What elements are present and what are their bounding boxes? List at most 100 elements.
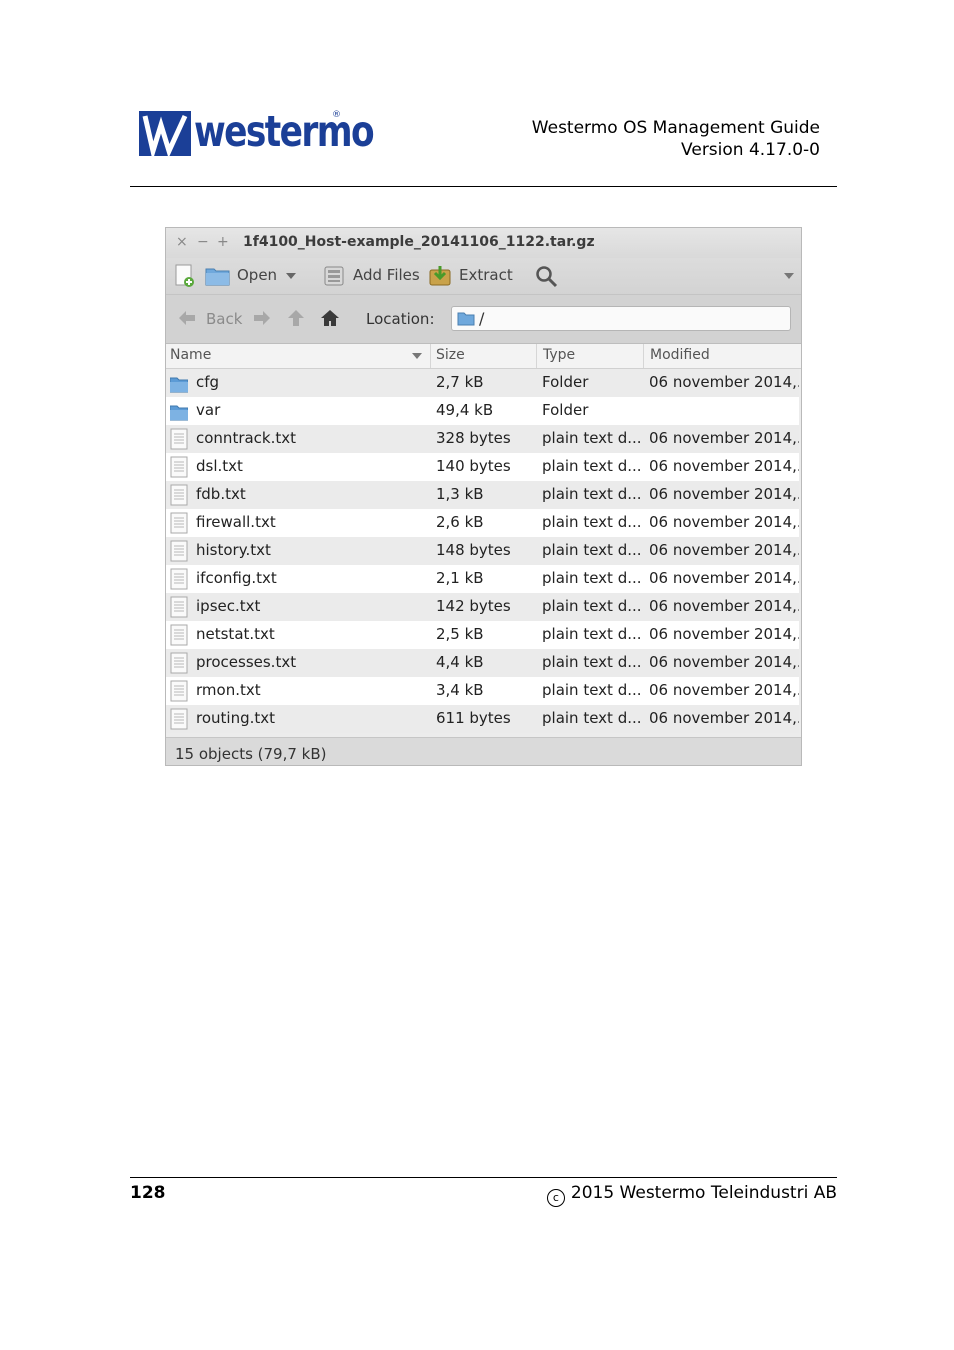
text-file-icon <box>170 540 188 562</box>
location-field[interactable]: / <box>451 306 791 331</box>
add-files-icon <box>324 266 344 286</box>
file-name: cfg <box>196 373 220 391</box>
text-file-icon <box>170 484 188 506</box>
archive-manager-window: × − + 1f4100_Host-example_20141106_1122.… <box>165 227 802 766</box>
page-number: 128 <box>130 1183 166 1203</box>
file-type: plain text d... <box>542 653 642 671</box>
copyright-text: 2015 Westermo Teleindustri AB <box>570 1183 837 1203</box>
file-name: conntrack.txt <box>196 429 297 447</box>
file-row[interactable]: history.txt 148 bytes plain text d... 06 no… <box>166 537 799 565</box>
file-size: 2,1 kB <box>436 569 484 587</box>
file-name: ifconfig.txt <box>196 569 277 587</box>
text-file-icon <box>170 512 188 534</box>
overflow-menu-chevron-icon[interactable] <box>784 273 794 279</box>
file-name: firewall.txt <box>196 513 276 531</box>
forward-arrow-icon[interactable] <box>253 310 271 326</box>
file-size: 4,4 kB <box>436 653 484 671</box>
file-list: cfg 2,7 kB Folder 06 november 2014,... var 49… <box>166 369 799 736</box>
column-header-type[interactable]: Type <box>543 347 575 363</box>
file-name: routing.txt <box>196 709 276 727</box>
sort-descending-icon[interactable] <box>412 353 422 359</box>
column-header-name[interactable]: Name <box>170 347 211 363</box>
file-size: 140 bytes <box>436 457 511 475</box>
file-type: plain text d... <box>542 485 642 503</box>
file-name: fdb.txt <box>196 485 246 503</box>
file-row[interactable]: var 49,4 kB Folder <box>166 397 799 425</box>
file-size: 142 bytes <box>436 597 511 615</box>
file-size: 328 bytes <box>436 429 511 447</box>
guide-title: Westermo OS Management Guide <box>531 118 820 138</box>
file-row[interactable]: conntrack.txt 328 bytes plain text d... 06 … <box>166 425 799 453</box>
text-file-icon <box>170 624 188 646</box>
file-size: 3,4 kB <box>436 681 484 699</box>
maximize-window-button[interactable]: + <box>217 234 229 250</box>
registered-mark: ® <box>332 110 341 120</box>
location-folder-icon <box>457 312 475 326</box>
file-row[interactable]: netstat.txt 2,5 kB plain text d... 06 novem… <box>166 621 799 649</box>
file-size: 2,5 kB <box>436 625 484 643</box>
search-icon[interactable] <box>535 265 559 289</box>
open-button[interactable]: Open <box>237 266 277 284</box>
file-row[interactable]: processes.txt 4,4 kB plain text d... 06 nov… <box>166 649 799 677</box>
up-arrow-icon[interactable] <box>287 309 305 327</box>
file-row[interactable]: ifconfig.txt 2,1 kB plain text d... 06 nove… <box>166 565 799 593</box>
text-file-icon <box>170 428 188 450</box>
file-row[interactable]: rmon.txt 3,4 kB plain text d... 06 november… <box>166 677 799 705</box>
header-rule <box>130 186 837 187</box>
close-window-button[interactable]: × <box>176 234 188 250</box>
window-title: 1f4100_Host-example_20141106_1122.tar.gz <box>243 234 595 250</box>
file-size: 49,4 kB <box>436 401 494 419</box>
file-type: Folder <box>542 373 589 391</box>
file-size: 148 bytes <box>436 541 511 559</box>
file-modified: 06 november 2014,... <box>649 709 799 727</box>
footer-rule <box>130 1177 837 1178</box>
add-files-button[interactable]: Add Files <box>353 266 420 284</box>
text-file-icon <box>170 568 188 590</box>
file-modified: 06 november 2014,... <box>649 569 799 587</box>
file-type: plain text d... <box>542 513 642 531</box>
file-type: Folder <box>542 401 589 419</box>
minimize-window-button[interactable]: − <box>197 234 209 250</box>
file-row[interactable]: firewall.txt 2,6 kB plain text d... 06 nove… <box>166 509 799 537</box>
home-icon[interactable] <box>320 309 340 327</box>
status-text: 15 objects (79,7 kB) <box>175 745 327 763</box>
file-row[interactable]: ipsec.txt 142 bytes plain text d... 06 nove… <box>166 593 799 621</box>
file-name: dsl.txt <box>196 457 243 475</box>
file-row[interactable]: routing.txt 611 bytes plain text d... 06 no… <box>166 705 799 733</box>
file-row[interactable]: dsl.txt 140 bytes plain text d... 06 novemb… <box>166 453 799 481</box>
file-size: 2,6 kB <box>436 513 484 531</box>
folder-icon <box>170 405 188 421</box>
new-archive-icon[interactable] <box>174 264 196 288</box>
column-header-modified[interactable]: Modified <box>650 347 710 363</box>
column-headers: Name Size Type Modified <box>166 344 801 369</box>
file-row[interactable]: cfg 2,7 kB Folder 06 november 2014,... <box>166 369 799 397</box>
extract-icon <box>429 266 451 286</box>
file-size: 1,3 kB <box>436 485 484 503</box>
status-bar: 15 objects (79,7 kB) <box>166 737 801 765</box>
file-row[interactable]: fdb.txt 1,3 kB plain text d... 06 november … <box>166 481 799 509</box>
text-file-icon <box>170 708 188 730</box>
text-file-icon <box>170 680 188 702</box>
column-separator[interactable] <box>430 344 431 368</box>
file-size: 611 bytes <box>436 709 511 727</box>
file-modified: 06 november 2014,... <box>649 485 799 503</box>
folder-icon <box>170 377 188 393</box>
open-folder-icon <box>205 268 230 286</box>
column-header-size[interactable]: Size <box>436 347 465 363</box>
logo-wordmark: westermo <box>194 107 375 157</box>
file-type: plain text d... <box>542 541 642 559</box>
file-type: plain text d... <box>542 625 642 643</box>
westermo-logo-mark-icon <box>139 111 191 156</box>
column-separator[interactable] <box>536 344 537 368</box>
location-bar: Back Location: / <box>166 295 801 344</box>
column-separator[interactable] <box>643 344 644 368</box>
toolbar: Open Add Files Extract <box>166 258 801 295</box>
file-modified: 06 november 2014,... <box>649 597 799 615</box>
extract-button[interactable]: Extract <box>459 266 513 284</box>
back-arrow-icon[interactable] <box>178 310 196 326</box>
text-file-icon <box>170 596 188 618</box>
open-dropdown-chevron-icon[interactable] <box>286 273 296 279</box>
file-name: history.txt <box>196 541 271 559</box>
back-button[interactable]: Back <box>206 310 242 328</box>
file-name: netstat.txt <box>196 625 275 643</box>
